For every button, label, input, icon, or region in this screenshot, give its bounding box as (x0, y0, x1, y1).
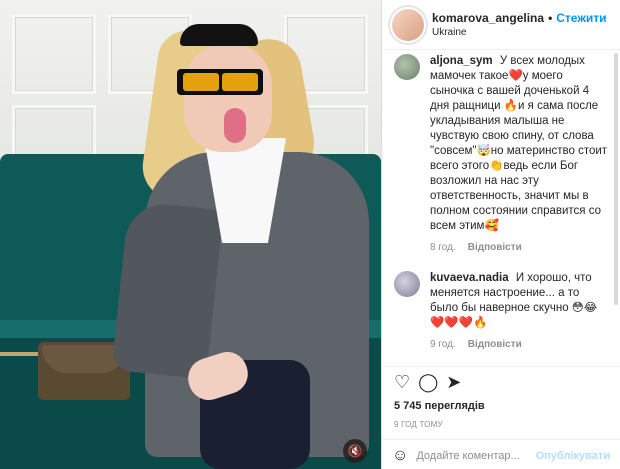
tongue (224, 108, 246, 143)
left-lens (183, 73, 219, 91)
comments-scrollbar[interactable] (614, 53, 618, 305)
share-icon[interactable]: ➤ (446, 372, 461, 393)
comment-username[interactable]: kuvaeva.nadia (430, 272, 509, 284)
profile-username[interactable]: komarova_angelina (432, 11, 544, 25)
instagram-post: 🔇 komarova_angelina • Стежити Ukraine al… (0, 0, 620, 469)
add-comment-bar: ☺ Додайте коментар... Опублікувати (382, 443, 620, 469)
post-time: 9 ГОД ТОМУ (394, 420, 443, 429)
post-header: komarova_angelina • Стежити Ukraine (382, 0, 620, 50)
comment-icon[interactable]: ◯ (418, 372, 438, 393)
publish-button[interactable]: Опублікувати (536, 450, 610, 462)
location-label[interactable]: Ukraine (432, 27, 606, 38)
post-sidebar: komarova_angelina • Стежити Ukraine aljo… (381, 0, 620, 469)
heart-icon[interactable]: ♡ (394, 372, 410, 393)
jacket-sleeve (111, 200, 224, 380)
section-divider (382, 439, 620, 440)
mute-icon[interactable]: 🔇 (343, 439, 367, 463)
comment-body: aljona_sym У всех молодых мамочек такое❤… (430, 54, 610, 255)
views-count: 5 745 переглядів (394, 400, 485, 412)
right-lens (222, 73, 258, 91)
comment-age: 8 год. (430, 242, 456, 253)
section-divider (382, 366, 620, 367)
comment-username[interactable]: aljona_sym (430, 55, 493, 67)
comment-item: kuvaeva.nadia И хорошо, что меняется нас… (394, 271, 610, 352)
comment-avatar[interactable] (394, 54, 420, 80)
profile-row: komarova_angelina • Стежити (432, 11, 606, 25)
wall-panel (12, 14, 96, 94)
comment-text: У всех молодых мамочек такое❤️у моего сы… (430, 55, 608, 232)
reply-button[interactable]: Відповісти (468, 337, 522, 352)
comment-avatar[interactable] (394, 271, 420, 297)
post-photo[interactable]: 🔇 (0, 0, 381, 469)
comment-age: 9 год. (430, 339, 456, 350)
profile-info: komarova_angelina • Стежити Ukraine (432, 11, 606, 38)
black-headband (180, 24, 258, 46)
comment-meta: 9 год. Відповісти (430, 337, 610, 352)
comment-meta: 8 год. Відповісти (430, 240, 610, 255)
separator-dot: • (548, 11, 553, 25)
reply-button[interactable]: Відповісти (468, 240, 522, 255)
yellow-sunglasses (177, 69, 263, 95)
comments-list: aljona_sym У всех молодых мамочек такое❤… (382, 50, 620, 368)
follow-button[interactable]: Стежити (556, 11, 606, 25)
profile-avatar[interactable] (392, 8, 424, 41)
comment-item: aljona_sym У всех молодых мамочек такое❤… (394, 54, 610, 255)
post-actions: ♡ ◯ ➤ (394, 372, 461, 393)
add-comment-input[interactable]: Додайте коментар... (416, 450, 519, 462)
comment-body: kuvaeva.nadia И хорошо, что меняется нас… (430, 271, 610, 352)
emoji-icon[interactable]: ☺ (392, 447, 408, 465)
